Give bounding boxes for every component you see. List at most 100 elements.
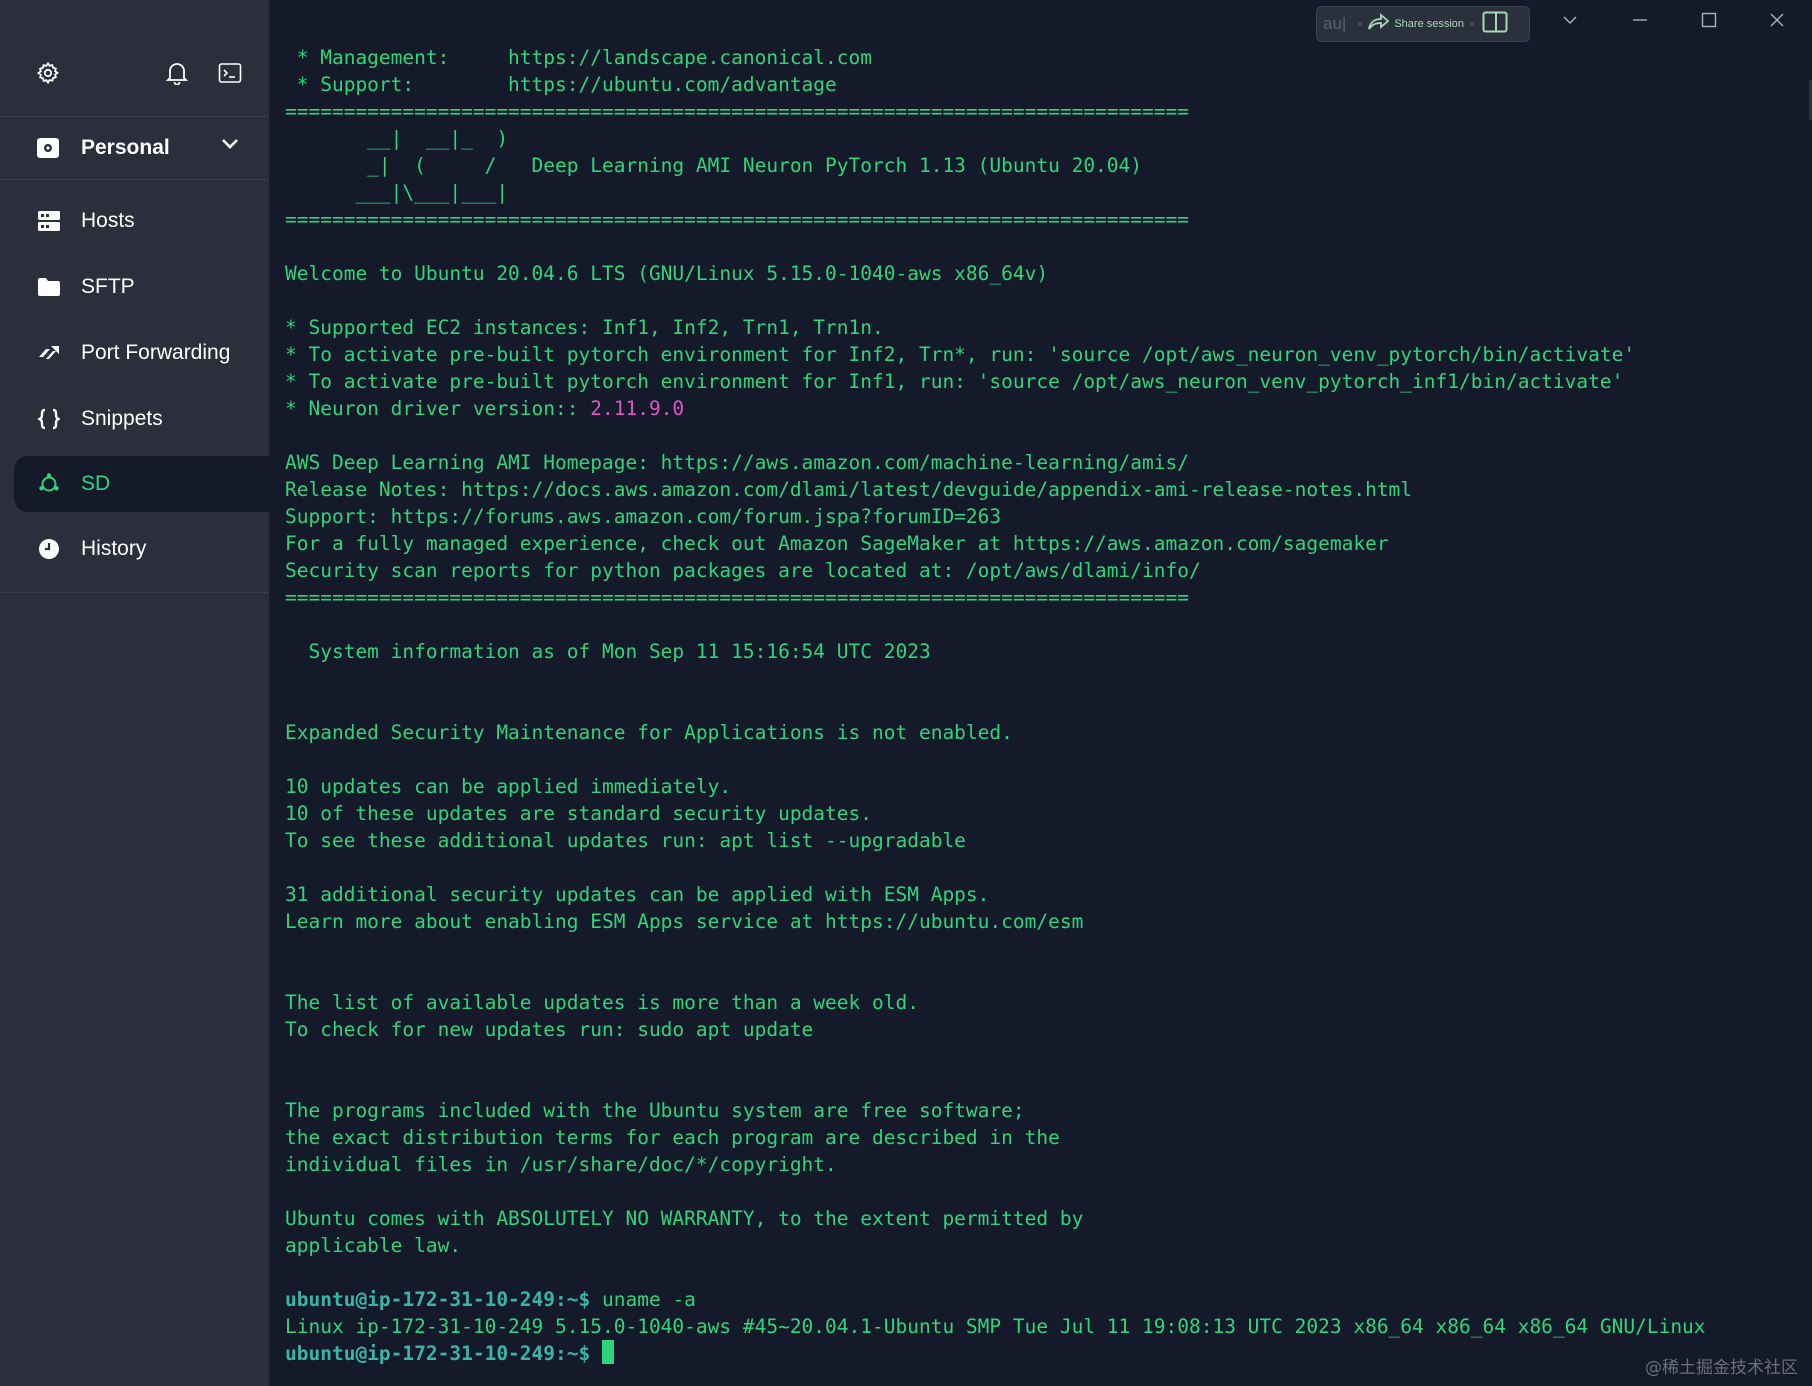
maximize-button[interactable] bbox=[1689, 6, 1729, 34]
terminal-line: AWS Deep Learning AMI Homepage: https://… bbox=[285, 449, 1812, 476]
terminal-line: Learn more about enabling ESM Apps servi… bbox=[285, 908, 1812, 935]
terminal-line-text: individual files in /usr/share/doc/*/cop… bbox=[285, 1153, 837, 1176]
terminal-line: To check for new updates run: sudo apt u… bbox=[285, 1016, 1812, 1043]
sidebar: Personal Hosts SFTP Port Forwarding Snip… bbox=[0, 0, 270, 1386]
session-toolbar: au| Share session bbox=[1316, 6, 1530, 42]
terminal-line-text: Welcome to Ubuntu 20.04.6 LTS (GNU/Linux… bbox=[285, 262, 1049, 285]
terminal-line: The list of available updates is more th… bbox=[285, 989, 1812, 1016]
terminal-line: Security scan reports for python package… bbox=[285, 557, 1812, 584]
terminal-line: ========================================… bbox=[285, 584, 1812, 611]
terminal-line-text: 10 of these updates are standard securit… bbox=[285, 802, 872, 825]
sidebar-item-label: Port Forwarding bbox=[81, 341, 231, 364]
terminal-line-text: Support: https://forums.aws.amazon.com/f… bbox=[285, 505, 1002, 528]
chevron-down-icon[interactable] bbox=[1550, 6, 1590, 34]
sidebar-item-history[interactable]: History bbox=[0, 516, 269, 582]
terminal-line-text: Security scan reports for python package… bbox=[285, 559, 1201, 582]
ubuntu-icon bbox=[37, 472, 61, 496]
share-session-button[interactable]: Share session bbox=[1394, 18, 1464, 30]
sidebar-item-label: SFTP bbox=[81, 275, 135, 298]
terminal-line-text: System information as of Mon Sep 11 15:1… bbox=[285, 640, 931, 663]
split-view-icon[interactable] bbox=[1482, 11, 1508, 38]
app-window: Personal Hosts SFTP Port Forwarding Snip… bbox=[0, 0, 1812, 1386]
sidebar-item-label: History bbox=[81, 537, 147, 560]
terminal-line: Release Notes: https://docs.aws.amazon.c… bbox=[285, 476, 1812, 503]
terminal-line: * Supported EC2 instances: Inf1, Inf2, T… bbox=[285, 314, 1812, 341]
prompt-line: ubuntu@ip-172-31-10-249:~$ bbox=[285, 1340, 1812, 1367]
terminal-line-text: Release Notes: https://docs.aws.amazon.c… bbox=[285, 478, 1413, 501]
terminal-line-text: * Support: https://ubuntu.com/advantage bbox=[285, 73, 837, 96]
terminal-line: 10 updates can be applied immediately. bbox=[285, 773, 1812, 800]
terminal-line: 10 of these updates are standard securit… bbox=[285, 800, 1812, 827]
terminal-line: Welcome to Ubuntu 20.04.6 LTS (GNU/Linux… bbox=[285, 260, 1812, 287]
braces-icon bbox=[37, 407, 61, 431]
terminal-line-text: To see these additional updates run: apt… bbox=[285, 829, 966, 852]
prompt-user-host: ubuntu@ip-172-31-10-249 bbox=[285, 1342, 556, 1365]
vault-label: Personal bbox=[81, 136, 170, 159]
terminal-line-text: * Management: https://landscape.canonica… bbox=[285, 46, 872, 69]
bell-icon[interactable] bbox=[164, 60, 190, 86]
minimize-button[interactable] bbox=[1620, 6, 1660, 34]
terminal-line: individual files in /usr/share/doc/*/cop… bbox=[285, 1151, 1812, 1178]
separator-dot bbox=[1358, 22, 1363, 26]
terminal-line: Expanded Security Maintenance for Applic… bbox=[285, 719, 1812, 746]
watermark-text: @稀土掘金技术社区 bbox=[1645, 1358, 1798, 1378]
terminal-icon[interactable] bbox=[217, 60, 243, 86]
clock-icon bbox=[37, 537, 61, 561]
terminal-line-text: * To activate pre-built pytorch environm… bbox=[285, 370, 1624, 393]
folder-icon bbox=[37, 275, 61, 299]
terminal-output[interactable]: * Management: https://landscape.canonica… bbox=[270, 0, 1812, 1386]
gear-icon[interactable] bbox=[35, 60, 61, 86]
terminal-line-text: * Supported EC2 instances: Inf1, Inf2, T… bbox=[285, 316, 884, 339]
sidebar-item-snippets[interactable]: Snippets bbox=[0, 386, 269, 452]
prompt-user-host: ubuntu@ip-172-31-10-249 bbox=[285, 1288, 556, 1311]
sidebar-nav: Hosts SFTP Port Forwarding Snippets SD H… bbox=[0, 180, 269, 593]
terminal-line: ========================================… bbox=[285, 206, 1812, 233]
terminal-line-text: ========================================… bbox=[285, 100, 1189, 123]
prompt-suffix: :~$ bbox=[555, 1342, 602, 1365]
command-text: uname -a bbox=[602, 1288, 696, 1311]
sidebar-item-label: Snippets bbox=[81, 407, 163, 430]
terminal-line-text: the exact distribution terms for each pr… bbox=[285, 1126, 1060, 1149]
prompt-suffix: :~$ bbox=[555, 1288, 602, 1311]
terminal-line: Support: https://forums.aws.amazon.com/f… bbox=[285, 503, 1812, 530]
terminal-line: __| __|_ ) bbox=[285, 125, 1812, 152]
terminal-line: ___|\___|___| bbox=[285, 179, 1812, 206]
terminal-line: the exact distribution terms for each pr… bbox=[285, 1124, 1812, 1151]
sidebar-toolbar bbox=[0, 0, 269, 117]
terminal-line-text: The programs included with the Ubuntu sy… bbox=[285, 1099, 1025, 1122]
neuron-version-value: 2.11.9.0 bbox=[590, 397, 685, 420]
vault-selector[interactable]: Personal bbox=[0, 117, 269, 180]
sidebar-item-port-forwarding[interactable]: Port Forwarding bbox=[0, 320, 269, 386]
terminal-line-text: To check for new updates run: sudo apt u… bbox=[285, 1018, 814, 1041]
terminal-line-text: _| ( / Deep Learning AMI Neuron PyTorch … bbox=[285, 154, 1143, 177]
share-icon[interactable] bbox=[1368, 12, 1390, 36]
terminal-line-text: ___|\___|___| bbox=[285, 181, 509, 204]
terminal-line: * Support: https://ubuntu.com/advantage bbox=[285, 71, 1812, 98]
terminal-line-text: AWS Deep Learning AMI Homepage: https://… bbox=[285, 451, 1189, 474]
vault-icon bbox=[35, 136, 61, 160]
terminal-line-text: * To activate pre-built pytorch environm… bbox=[285, 343, 1636, 366]
terminal-line: The programs included with the Ubuntu sy… bbox=[285, 1097, 1812, 1124]
sidebar-item-hosts[interactable]: Hosts bbox=[0, 188, 269, 254]
command-output: Linux ip-172-31-10-249 5.15.0-1040-aws #… bbox=[285, 1315, 1706, 1338]
chevron-down-icon bbox=[221, 137, 239, 155]
terminal-line-text: Ubuntu comes with ABSOLUTELY NO WARRANTY… bbox=[285, 1207, 1084, 1230]
terminal-cursor bbox=[602, 1340, 614, 1364]
sidebar-item-sftp[interactable]: SFTP bbox=[0, 254, 269, 320]
terminal-line: * Neuron driver version:: 2.11.9.0 bbox=[285, 395, 1812, 422]
close-button[interactable] bbox=[1757, 6, 1797, 34]
port-forwarding-icon bbox=[37, 341, 61, 365]
prompt-line: ubuntu@ip-172-31-10-249:~$ uname -a bbox=[285, 1286, 1812, 1313]
sidebar-item-sd[interactable]: SD bbox=[14, 456, 269, 512]
